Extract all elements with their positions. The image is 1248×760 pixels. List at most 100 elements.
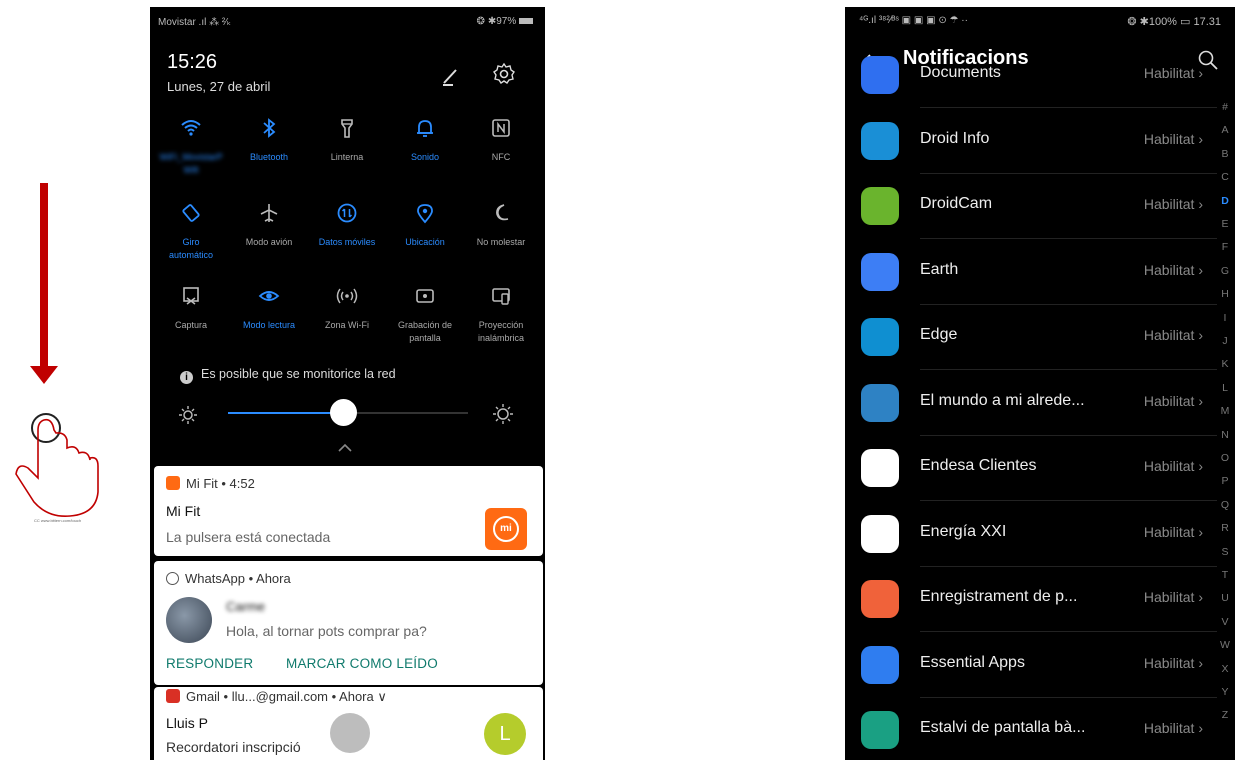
status-label: Habilitat (1143, 65, 1195, 81)
index-letter[interactable]: C (1217, 171, 1233, 183)
index-letter[interactable]: J (1217, 335, 1233, 347)
index-letter[interactable]: M (1217, 405, 1233, 417)
reply-button[interactable]: RESPONDER (166, 656, 253, 671)
chevron-right-icon: › (1194, 327, 1203, 343)
cast-icon (492, 288, 510, 305)
network-monitor-notice[interactable]: i Es posible que se monitorice la red (180, 367, 396, 384)
app-status[interactable]: Habilitat › (1144, 720, 1203, 736)
index-letter[interactable]: A (1217, 124, 1233, 136)
tile-reading-mode[interactable]: Modo lectura (230, 285, 308, 332)
edit-icon[interactable] (440, 65, 462, 87)
tile-wifi[interactable]: WiFi_MovistarP Wifi (152, 117, 230, 177)
trash-icon[interactable] (330, 713, 370, 753)
app-row[interactable]: DroidCam Habilitat › (845, 173, 1217, 239)
collapse-chevron-icon[interactable] (338, 443, 352, 453)
tile-nfc[interactable]: NFC (462, 117, 540, 164)
app-status[interactable]: Habilitat › (1144, 131, 1203, 147)
hand-credit: CC www.bittern.com/touch (34, 518, 82, 523)
tile-screen-recording[interactable]: Grabación de pantalla (386, 285, 464, 345)
nfc-icon (492, 119, 510, 137)
app-row[interactable]: Enregistrament de p... Habilitat › (845, 566, 1217, 632)
notification-gmail[interactable]: Gmail • llu...@gmail.com • Ahora ∨ Lluis… (154, 687, 543, 760)
index-letter[interactable]: O (1217, 452, 1233, 464)
hotspot-icon (336, 288, 358, 304)
tile-flashlight[interactable]: Linterna (308, 117, 386, 164)
app-row[interactable]: Energía XXI Habilitat › (845, 501, 1217, 567)
app-name: Enregistrament de p... (920, 588, 1078, 605)
notification-shade-screen: Movistar .ıl ⁂ ²⁄ₖ ❂ ✱97% 15:26 Lunes, 2… (150, 7, 545, 760)
mark-read-button[interactable]: MARCAR COMO LEÍDO (286, 656, 438, 671)
tile-screenshot[interactable]: Captura (152, 285, 230, 332)
notification-whatsapp[interactable]: WhatsApp • Ahora Carme Hola, al tornar p… (154, 561, 543, 685)
index-letter[interactable]: E (1217, 218, 1233, 230)
index-letter[interactable]: B (1217, 148, 1233, 160)
info-icon: i (180, 371, 193, 384)
notification-mifit[interactable]: Mi Fit • 4:52 Mi Fit La pulsera está con… (154, 466, 543, 556)
tile-sound[interactable]: Sonido (386, 117, 464, 164)
index-letter[interactable]: V (1217, 616, 1233, 628)
tile-do-not-disturb[interactable]: No molestar (462, 202, 540, 249)
index-letter[interactable]: # (1217, 101, 1233, 113)
app-status[interactable]: Habilitat › (1144, 458, 1203, 474)
app-status[interactable]: Habilitat › (1144, 196, 1203, 212)
app-name: DroidCam (920, 195, 993, 212)
tile-airplane-mode[interactable]: Modo avión (230, 202, 308, 249)
index-letter[interactable]: K (1217, 358, 1233, 370)
bluetooth-icon (263, 118, 276, 138)
expand-chevron-icon[interactable]: ∨ (377, 689, 387, 704)
app-status[interactable]: Habilitat › (1144, 589, 1203, 605)
tile-location[interactable]: Ubicación (386, 202, 464, 249)
app-row[interactable]: Earth Habilitat › (845, 239, 1217, 305)
gmail-avatar: L (484, 713, 526, 755)
brightness-slider-thumb[interactable] (330, 399, 357, 426)
gmail-icon (166, 689, 180, 703)
app-status[interactable]: Habilitat › (1144, 524, 1203, 540)
app-status[interactable]: Habilitat › (1144, 655, 1203, 671)
index-letter[interactable]: X (1217, 663, 1233, 675)
swipe-down-hand-icon (15, 413, 99, 518)
app-row[interactable]: Endesa Clientes Habilitat › (845, 435, 1217, 501)
app-row[interactable]: Essential Apps Habilitat › (845, 632, 1217, 698)
index-letter[interactable]: L (1217, 382, 1233, 394)
index-letter[interactable]: S (1217, 546, 1233, 558)
gear-icon[interactable] (492, 62, 516, 86)
app-status[interactable]: Habilitat › (1144, 393, 1203, 409)
essential-apps-icon (861, 645, 899, 684)
documents-app-icon (861, 56, 899, 94)
index-letter[interactable]: W (1217, 639, 1233, 651)
index-letter[interactable]: D (1217, 195, 1233, 207)
app-row[interactable]: El mundo a mi alrede... Habilitat › (845, 370, 1217, 436)
tile-wireless-projection[interactable]: Proyección inalámbrica (462, 285, 540, 345)
app-name: Endesa Clientes (920, 457, 1037, 474)
tile-bluetooth[interactable]: Bluetooth (230, 117, 308, 164)
index-letter[interactable]: Q (1217, 499, 1233, 511)
index-letter[interactable]: N (1217, 429, 1233, 441)
tile-mobile-data[interactable]: Datos móviles (308, 202, 386, 249)
app-row[interactable]: Estalvi de pantalla bà... Habilitat › (845, 697, 1217, 760)
index-letter[interactable]: Y (1217, 686, 1233, 698)
app-row[interactable]: Edge Habilitat › (845, 304, 1217, 370)
index-letter[interactable]: T (1217, 569, 1233, 581)
index-letter[interactable]: I (1217, 312, 1233, 324)
app-status[interactable]: Habilitat › (1144, 262, 1203, 278)
index-letter[interactable]: G (1217, 265, 1233, 277)
app-row[interactable]: Droid Info Habilitat › (845, 108, 1217, 174)
app-status[interactable]: Habilitat › (1144, 327, 1203, 343)
app-row[interactable]: Documents Habilitat › (845, 42, 1217, 108)
index-letter[interactable]: H (1217, 288, 1233, 300)
status-label: Habilitat (1143, 327, 1195, 343)
tile-hotspot[interactable]: Zona Wi-Fi (308, 285, 386, 332)
endesa-app-icon (861, 449, 899, 487)
app-status[interactable]: Habilitat › (1144, 65, 1203, 81)
index-letter[interactable]: Z (1217, 709, 1233, 721)
index-letter[interactable]: F (1217, 241, 1233, 253)
avatar (166, 597, 212, 643)
tile-auto-rotate[interactable]: Giro automático (152, 202, 230, 262)
index-letter[interactable]: P (1217, 475, 1233, 487)
app-name: Estalvi de pantalla bà... (920, 719, 1086, 736)
index-letter[interactable]: R (1217, 522, 1233, 534)
wifi-icon (181, 120, 201, 136)
chevron-right-icon: › (1194, 523, 1203, 540)
app-name: Edge (920, 326, 958, 343)
index-letter[interactable]: U (1217, 592, 1233, 604)
